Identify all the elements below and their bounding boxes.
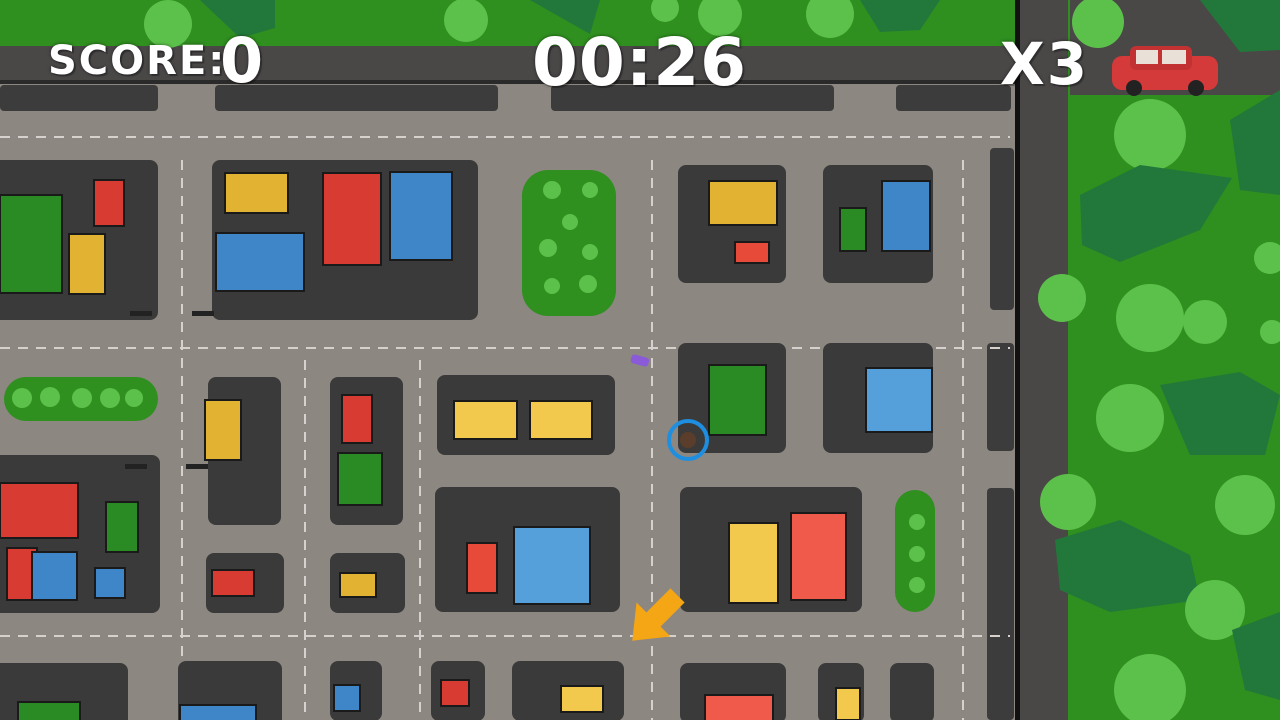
right-road bbox=[1015, 0, 1070, 720]
park-right bbox=[1068, 0, 1280, 720]
dark-car-icon bbox=[130, 311, 152, 316]
game-scene[interactable]: SCORE: 0 00:26 X3 bbox=[0, 0, 1280, 720]
countdown-timer: 00:26 bbox=[532, 24, 748, 101]
score-label: SCORE: bbox=[48, 38, 227, 84]
city-map bbox=[0, 0, 1280, 720]
lives-counter: X3 bbox=[1000, 30, 1090, 98]
score-value: 0 bbox=[220, 24, 264, 97]
